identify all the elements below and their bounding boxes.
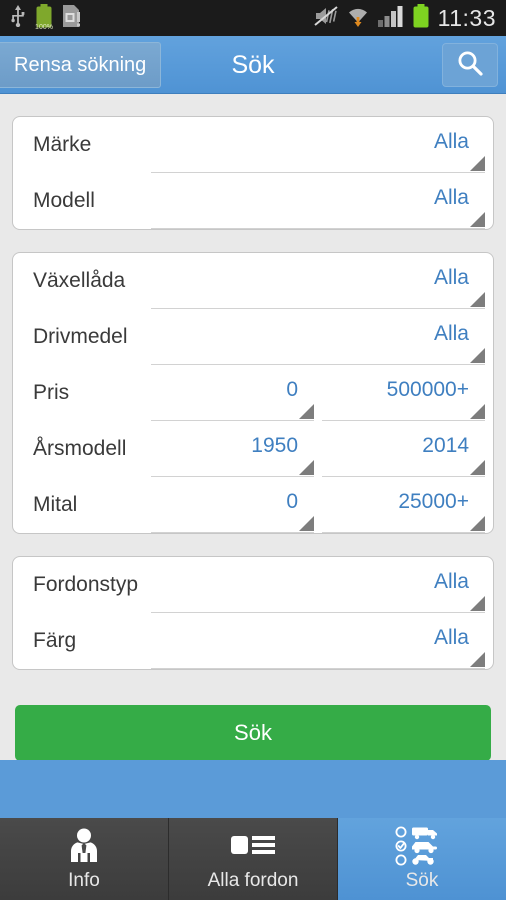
- spinner-value: 1950: [251, 433, 298, 457]
- spinner-fordonstyp[interactable]: Alla: [151, 557, 485, 613]
- field-spinners: Alla: [151, 117, 485, 173]
- spinner-value: 25000+: [398, 489, 469, 513]
- status-bar-right-icons: 11:33: [314, 3, 506, 33]
- spinner-value: Alla: [433, 265, 469, 289]
- nav-item-alla-fordon[interactable]: Alla fordon: [169, 818, 338, 900]
- field-row: Färg Alla: [21, 613, 485, 669]
- chevron-down-icon: [299, 516, 314, 531]
- search-form: Märke Alla Modell Alla Växellåda Alla Dr…: [0, 94, 506, 760]
- app-screen: 100% 11:33 Rensa sökning Sök Märke Alla …: [0, 0, 506, 900]
- field-spinners: Alla: [151, 309, 485, 365]
- spinner-modell[interactable]: Alla: [151, 173, 485, 229]
- spinner-value: 2014: [422, 433, 469, 457]
- spinner-value: 0: [286, 489, 298, 513]
- card-specs: Växellåda Alla Drivmedel Alla Pris 0 500…: [12, 252, 494, 534]
- field-label: Färg: [33, 629, 77, 652]
- mute-icon: [314, 5, 338, 32]
- vehicle-select-icon: [394, 826, 450, 866]
- field-label: Växellåda: [33, 269, 126, 292]
- person-suit-icon: [64, 826, 104, 866]
- chevron-down-icon: [299, 460, 314, 475]
- clear-search-button[interactable]: Rensa sökning: [0, 42, 162, 88]
- field-spinners: 1950 2014: [151, 421, 485, 477]
- field-spinners: Alla: [151, 557, 485, 613]
- search-icon: [455, 48, 485, 83]
- list-icon: [230, 826, 276, 866]
- chevron-down-icon: [470, 516, 485, 531]
- chevron-down-icon: [470, 156, 485, 171]
- field-row: Fordonstyp Alla: [21, 557, 485, 613]
- field-row: Mital 0 25000+: [21, 477, 485, 533]
- signal-bars-icon: [377, 5, 404, 32]
- spinner-value: Alla: [433, 185, 469, 209]
- status-bar-clock: 11:33: [437, 4, 496, 31]
- field-label: Modell: [33, 189, 95, 212]
- field-row: Växellåda Alla: [21, 253, 485, 309]
- spinner-value: 500000+: [386, 377, 469, 401]
- spinner-mital-min[interactable]: 0: [151, 477, 314, 533]
- field-spinners: Alla: [151, 253, 485, 309]
- spinner-pris-max[interactable]: 500000+: [322, 365, 485, 421]
- field-row: Drivmedel Alla: [21, 309, 485, 365]
- spinner-marke[interactable]: Alla: [151, 117, 485, 173]
- nav-item-info[interactable]: Info: [0, 818, 169, 900]
- app-header: Rensa sökning Sök: [0, 36, 506, 94]
- bottom-blue-band: [0, 760, 506, 818]
- spinner-mital-max[interactable]: 25000+: [322, 477, 485, 533]
- bottom-navigation: Info Alla fordon Sök: [0, 818, 506, 900]
- chevron-down-icon: [470, 212, 485, 227]
- spinner-value: Alla: [433, 625, 469, 649]
- chevron-down-icon: [470, 460, 485, 475]
- field-row: Modell Alla: [21, 173, 485, 229]
- card-type-color: Fordonstyp Alla Färg Alla: [12, 556, 494, 670]
- field-spinners: 0 500000+: [151, 365, 485, 421]
- field-label: Drivmedel: [33, 325, 128, 348]
- chevron-down-icon: [470, 652, 485, 667]
- spinner-drivmedel[interactable]: Alla: [151, 309, 485, 365]
- field-row: Pris 0 500000+: [21, 365, 485, 421]
- field-label: Fordonstyp: [33, 573, 139, 596]
- battery-icon: [412, 3, 430, 33]
- battery-percent-label: 100%: [35, 23, 53, 31]
- spinner-arsmodell-max[interactable]: 2014: [322, 421, 485, 477]
- nav-item-sok[interactable]: Sök: [338, 818, 506, 900]
- spinner-value: 0: [286, 377, 298, 401]
- field-label: Årsmodell: [33, 437, 127, 460]
- card-brand-model: Märke Alla Modell Alla: [12, 116, 494, 230]
- nav-label: Alla fordon: [207, 870, 299, 891]
- spinner-value: Alla: [433, 569, 469, 593]
- chevron-down-icon: [470, 596, 485, 611]
- chevron-down-icon: [470, 348, 485, 363]
- spinner-value: Alla: [433, 129, 469, 153]
- spinner-vaxellada[interactable]: Alla: [151, 253, 485, 309]
- spinner-farg[interactable]: Alla: [151, 613, 485, 669]
- status-bar-left-icons: 100%: [0, 3, 82, 33]
- usb-icon: [10, 4, 26, 32]
- field-spinners: Alla: [151, 173, 485, 229]
- field-spinners: Alla: [151, 613, 485, 669]
- nav-label: Info: [68, 870, 100, 891]
- field-row: Årsmodell 1950 2014: [21, 421, 485, 477]
- chevron-down-icon: [299, 404, 314, 419]
- battery-percent-icon: 100%: [35, 3, 53, 33]
- chevron-down-icon: [470, 292, 485, 307]
- wifi-download-icon: [346, 4, 370, 33]
- nav-label: Sök: [405, 870, 439, 891]
- sim-card-alert-icon: [62, 4, 82, 33]
- submit-search-button[interactable]: Sök: [15, 705, 491, 761]
- spinner-arsmodell-min[interactable]: 1950: [151, 421, 314, 477]
- status-bar: 100% 11:33: [0, 0, 506, 36]
- field-spinners: 0 25000+: [151, 477, 485, 533]
- spinner-pris-min[interactable]: 0: [151, 365, 314, 421]
- field-label: Mital: [33, 493, 78, 516]
- field-label: Märke: [33, 133, 92, 156]
- spinner-value: Alla: [433, 321, 469, 345]
- field-row: Märke Alla: [21, 117, 485, 173]
- search-button[interactable]: [442, 43, 498, 87]
- field-label: Pris: [33, 381, 70, 404]
- chevron-down-icon: [470, 404, 485, 419]
